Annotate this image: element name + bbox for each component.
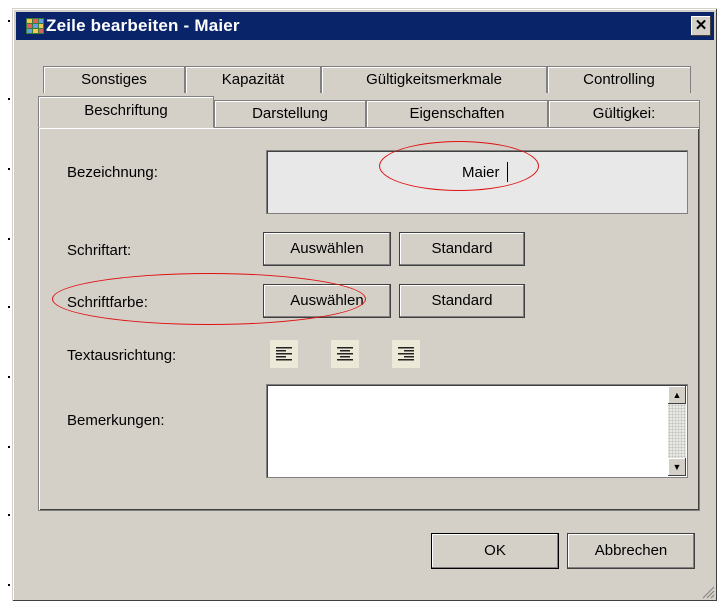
- edge-tick: [8, 20, 10, 22]
- table-grid-icon: [26, 18, 44, 34]
- tab-controlling[interactable]: Controlling: [547, 66, 691, 93]
- align-right-icon: [398, 347, 414, 361]
- close-button[interactable]: ✕: [691, 16, 711, 36]
- title-bar[interactable]: Zeile bearbeiten - Maier ✕: [16, 12, 714, 40]
- button-label: Standard: [431, 292, 493, 309]
- button-label: Abbrechen: [594, 542, 668, 559]
- cancel-button[interactable]: Abbrechen: [567, 533, 695, 569]
- edge-tick: [8, 238, 10, 240]
- tab-kapazitaet[interactable]: Kapazität: [185, 66, 321, 93]
- schriftfarbe-standard-button[interactable]: Standard: [399, 284, 525, 318]
- tab-label: Darstellung: [252, 105, 328, 122]
- edge-tick: [8, 306, 10, 308]
- background-edge: [0, 0, 12, 604]
- schriftfarbe-select-button[interactable]: Auswählen: [263, 284, 391, 318]
- edit-row-dialog: Zeile bearbeiten - Maier ✕ Sonstiges Kap…: [12, 8, 717, 601]
- tab-darstellung[interactable]: Darstellung: [214, 100, 366, 127]
- align-left-button[interactable]: [270, 340, 298, 368]
- scroll-down-button[interactable]: ▼: [668, 458, 686, 476]
- window-title: Zeile bearbeiten - Maier: [46, 16, 240, 35]
- arrow-up-icon: ▲: [672, 390, 682, 400]
- textausrichtung-label: Textausrichtung:: [67, 347, 177, 364]
- ok-button[interactable]: OK: [431, 533, 559, 569]
- tab-label: Beschriftung: [84, 102, 168, 119]
- align-left-icon: [276, 347, 292, 361]
- bezeichnung-value: Maier: [462, 164, 500, 181]
- bezeichnung-label: Bezeichnung:: [67, 164, 158, 181]
- edge-tick: [8, 584, 10, 586]
- arrow-down-icon: ▼: [672, 462, 682, 472]
- tab-label: Controlling: [583, 71, 655, 88]
- tab-sonstiges[interactable]: Sonstiges: [43, 66, 185, 93]
- schriftart-label: Schriftart:: [67, 242, 132, 259]
- text-caret: [507, 162, 508, 182]
- tab-panel-beschriftung: Bezeichnung: Maier Schriftart: Auswählen…: [38, 127, 700, 511]
- close-icon: ✕: [694, 17, 708, 34]
- tab-gueltigkeitsmerkmale[interactable]: Gültigkeitsmerkmale: [321, 66, 547, 93]
- edge-tick: [8, 376, 10, 378]
- bemerkungen-textarea[interactable]: ▲ ▼: [266, 384, 688, 478]
- tab-beschriftung[interactable]: Beschriftung: [38, 96, 214, 128]
- button-label: OK: [484, 542, 506, 559]
- tab-label: Gültigkeitsmerkmale: [366, 71, 502, 88]
- tab-label: Gültigkei:: [592, 105, 656, 122]
- bemerkungen-label: Bemerkungen:: [67, 412, 165, 429]
- tab-gueltigkeit[interactable]: Gültigkei:: [548, 100, 700, 127]
- scroll-up-button[interactable]: ▲: [668, 386, 686, 404]
- align-right-button[interactable]: [392, 340, 420, 368]
- resize-grip-icon[interactable]: [701, 585, 715, 599]
- tab-eigenschaften[interactable]: Eigenschaften: [366, 100, 548, 127]
- edge-tick: [8, 168, 10, 170]
- edge-tick: [8, 98, 10, 100]
- button-label: Auswählen: [290, 240, 364, 257]
- tab-label: Sonstiges: [81, 71, 147, 88]
- schriftfarbe-label: Schriftfarbe:: [67, 294, 148, 311]
- align-center-icon: [337, 347, 353, 361]
- tab-label: Eigenschaften: [409, 105, 505, 122]
- align-center-button[interactable]: [331, 340, 359, 368]
- tab-label: Kapazität: [221, 71, 285, 88]
- schriftart-select-button[interactable]: Auswählen: [263, 232, 391, 266]
- button-label: Auswählen: [290, 292, 364, 309]
- edge-tick: [8, 446, 10, 448]
- schriftart-standard-button[interactable]: Standard: [399, 232, 525, 266]
- bezeichnung-input[interactable]: Maier: [266, 150, 688, 214]
- button-label: Standard: [431, 240, 493, 257]
- edge-tick: [8, 514, 10, 516]
